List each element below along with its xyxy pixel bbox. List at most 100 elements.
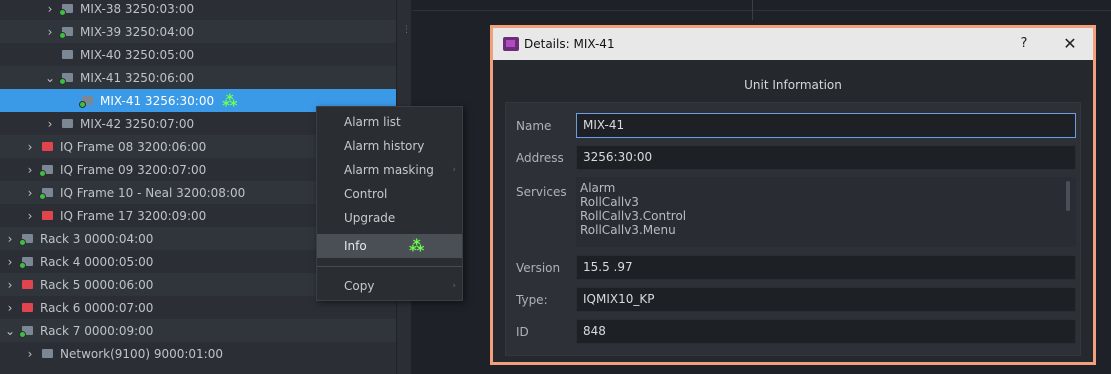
version-field[interactable]: 15.5 .97	[576, 255, 1076, 280]
menu-item-alarm-history[interactable]: Alarm history	[317, 134, 462, 158]
workspace-divider	[412, 10, 1111, 11]
chevron-right-icon[interactable]: ›	[22, 163, 38, 177]
details-dialog: Details: MIX-41 ? ✕ Unit Information Nam…	[490, 25, 1096, 365]
tree-row-label: MIX-41 3256:30:00	[100, 93, 215, 108]
menu-item-label: Info	[344, 239, 367, 253]
chevron-right-icon[interactable]: ›	[42, 2, 58, 16]
submenu-arrow-icon: ›	[452, 281, 456, 291]
device-icon	[60, 49, 74, 60]
tree-row[interactable]: ›MIX-40 3250:05:00	[0, 43, 396, 66]
tree-row-label: Rack 4 0000:05:00	[40, 254, 154, 269]
chevron-right-icon[interactable]: ›	[2, 232, 18, 246]
chevron-right-icon[interactable]: ›	[22, 209, 38, 223]
version-label: Version	[516, 261, 561, 275]
menu-item-info[interactable]: Info ⁂	[317, 234, 462, 258]
device-icon	[79, 95, 94, 108]
device-icon	[19, 233, 34, 246]
tree-row[interactable]: › MIX-38 3250:03:00	[0, 0, 396, 20]
services-label: Services	[516, 185, 567, 199]
device-icon	[39, 164, 54, 177]
close-button[interactable]: ✕	[1057, 28, 1083, 60]
menu-item-alarm-list[interactable]: Alarm list	[317, 110, 462, 134]
menu-item-label: Copy	[344, 279, 375, 293]
status-dot-icon	[59, 32, 66, 39]
menu-separator	[317, 266, 462, 267]
services-scrollbar[interactable]	[1066, 181, 1070, 211]
device-icon	[19, 256, 34, 269]
tree-row-label: MIX-39 3250:04:00	[80, 24, 195, 39]
unit-info-panel: Name MIX-41 Address 3256:30:00 Services …	[505, 102, 1081, 356]
tree-row-label: MIX-38 3250:03:00	[80, 1, 195, 16]
tree-row-label: MIX-42 3250:07:00	[80, 116, 195, 131]
device-icon	[40, 141, 54, 152]
device-icon	[40, 348, 54, 359]
menu-item-control[interactable]: Control	[317, 182, 462, 206]
services-list[interactable]: Alarm RollCallv3 RollCallv3.Control Roll…	[576, 177, 1076, 247]
menu-item-label: Alarm masking	[344, 163, 434, 177]
address-label: Address	[516, 151, 564, 165]
device-icon	[59, 72, 74, 85]
chevron-right-icon[interactable]: ›	[22, 186, 38, 200]
device-icon	[19, 325, 34, 338]
menu-item-label: Alarm list	[344, 115, 401, 129]
app-icon	[503, 37, 519, 51]
service-item: RollCallv3	[580, 195, 639, 209]
status-dot-icon	[59, 9, 66, 16]
tree-row-label: IQ Frame 17 3200:09:00	[60, 208, 207, 223]
chevron-down-icon[interactable]: ⌄	[42, 71, 58, 85]
status-dot-icon	[39, 170, 46, 177]
service-item: Alarm	[580, 181, 616, 195]
tree-row-label: Rack 7 0000:09:00	[40, 323, 154, 338]
id-label: ID	[516, 325, 529, 339]
workspace-divider	[752, 0, 753, 20]
status-dot-icon	[19, 239, 26, 246]
tree-row[interactable]: ⌄ Rack 7 0000:09:00	[0, 319, 396, 342]
tree-row-label: IQ Frame 09 3200:07:00	[60, 162, 207, 177]
address-field[interactable]: 3256:30:00	[576, 145, 1076, 170]
tree-row-label: MIX-41 3250:06:00	[80, 70, 195, 85]
type-field[interactable]: IQMIX10_KP	[576, 287, 1076, 312]
service-item: RollCallv3.Menu	[580, 223, 676, 237]
status-dot-icon	[19, 331, 26, 338]
tree-row[interactable]: ⌄ MIX-41 3250:06:00	[0, 66, 396, 89]
menu-item-copy[interactable]: Copy ›	[317, 274, 462, 298]
tree-row-label: MIX-40 3250:05:00	[80, 47, 195, 62]
device-icon	[20, 302, 34, 313]
tree-row-label: Rack 3 0000:04:00	[40, 231, 154, 246]
chevron-right-icon[interactable]: ›	[2, 301, 18, 315]
device-icon	[39, 187, 54, 200]
type-label: Type:	[516, 293, 548, 307]
tree-row-label: IQ Frame 10 - Neal 3200:08:00	[60, 185, 246, 200]
chevron-right-icon[interactable]: ›	[42, 117, 58, 131]
chevron-right-icon[interactable]: ›	[22, 140, 38, 154]
menu-item-upgrade[interactable]: Upgrade	[317, 206, 462, 230]
chevron-down-icon[interactable]: ⌄	[2, 324, 18, 338]
status-dot-icon	[19, 262, 26, 269]
section-title: Unit Information	[744, 78, 842, 92]
chevron-right-icon[interactable]: ›	[2, 255, 18, 269]
tree-row-label: IQ Frame 08 3200:06:00	[60, 139, 207, 154]
device-icon	[20, 279, 34, 290]
tree-row[interactable]: › Network(9100) 9000:01:00	[0, 342, 396, 365]
tree-row-label: Network(9100) 9000:01:00	[60, 346, 223, 361]
id-field[interactable]: 848	[576, 319, 1076, 344]
tree-row-label: Rack 5 0000:06:00	[40, 277, 154, 292]
service-item: RollCallv3.Control	[580, 209, 687, 223]
menu-item-label: Control	[344, 187, 388, 201]
device-icon	[60, 118, 74, 129]
menu-item-alarm-masking[interactable]: Alarm masking ›	[317, 158, 462, 182]
chevron-right-icon[interactable]: ›	[42, 25, 58, 39]
device-icon	[59, 3, 74, 16]
chevron-right-icon[interactable]: ›	[2, 278, 18, 292]
tree-row-label: Rack 6 0000:07:00	[40, 300, 154, 315]
name-label: Name	[516, 119, 552, 133]
tree-row[interactable]: › MIX-39 3250:04:00	[0, 20, 396, 43]
context-menu: Alarm list Alarm history Alarm masking › Con…	[316, 106, 463, 301]
sparkle-icon: ⁂	[222, 91, 238, 110]
help-button[interactable]: ?	[1012, 28, 1036, 60]
chevron-right-icon[interactable]: ›	[22, 347, 38, 361]
submenu-arrow-icon: ›	[452, 165, 456, 175]
menu-item-label: Upgrade	[344, 211, 396, 225]
dialog-title-bar[interactable]: Details: MIX-41 ? ✕	[493, 28, 1093, 60]
name-field[interactable]: MIX-41	[576, 113, 1076, 138]
